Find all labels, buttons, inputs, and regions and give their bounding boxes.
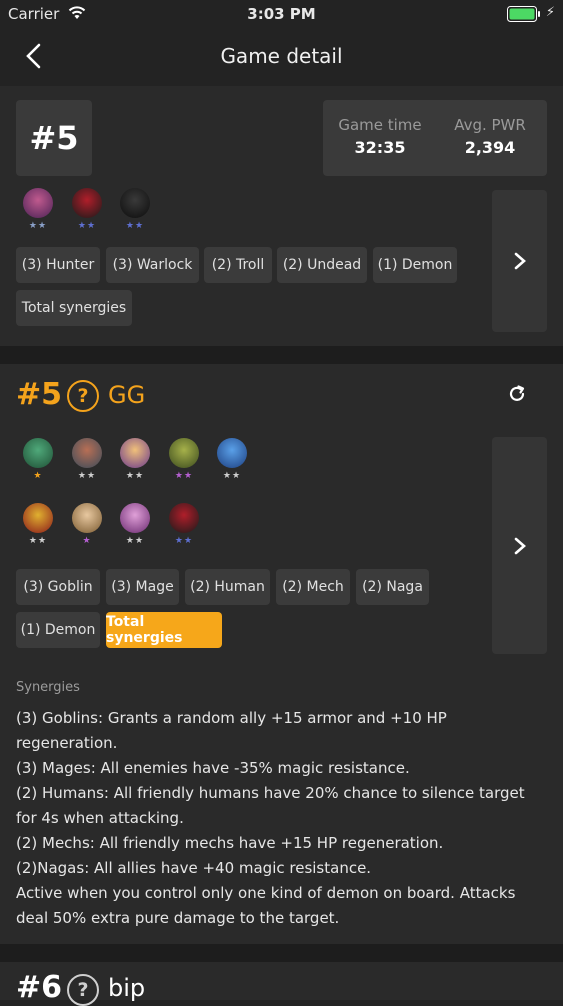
unit-stars: ★ — [33, 471, 43, 481]
summary-unit-warlock[interactable]: ★★ — [18, 188, 58, 236]
synergy-chip[interactable]: (2) Naga — [356, 569, 429, 605]
player-unit-naga[interactable]: ★★ — [212, 438, 252, 486]
synergy-description: Active when you control only one kind of… — [16, 884, 516, 927]
summary-unit-undead[interactable]: ★★ — [115, 188, 155, 236]
unit-stars: ★★ — [28, 221, 48, 231]
synergy-description: (2) Mechs: All friendly mechs have +15 H… — [16, 834, 444, 852]
player-unit-mech[interactable]: ★★ — [67, 438, 107, 486]
game-rank: #5 — [16, 100, 92, 176]
page-title: Game detail — [220, 44, 343, 68]
player-unit-human[interactable]: ★★ — [18, 503, 58, 551]
refresh-icon — [509, 385, 525, 401]
goblin-avatar — [23, 438, 53, 468]
section-divider — [0, 944, 563, 962]
demon-avatar — [169, 503, 199, 533]
unit-stars: ★★ — [222, 471, 242, 481]
unit-stars: ★★ — [174, 536, 194, 546]
warlock-avatar — [23, 188, 53, 218]
mech-avatar — [72, 438, 102, 468]
synergy-chip[interactable]: (2) Troll — [204, 247, 272, 283]
unit-stars: ★★ — [77, 471, 97, 481]
mage-avatar — [120, 438, 150, 468]
goblin-avatar — [169, 438, 199, 468]
player-unit-mage[interactable]: ★★ — [115, 438, 155, 486]
summary-next-button[interactable] — [492, 190, 547, 332]
player-rank: #5 — [16, 377, 63, 412]
mage-avatar — [72, 503, 102, 533]
avg-pwr-value: 2,394 — [464, 138, 516, 157]
demon-avatar — [72, 188, 102, 218]
synergy-description: (2) Humans: All friendly humans have 20%… — [16, 784, 525, 827]
chevron-right-icon — [514, 252, 526, 270]
navigation-bar: Game detail — [0, 32, 563, 82]
charging-icon: ⚡ — [545, 5, 555, 20]
help-icon[interactable]: ? — [67, 974, 99, 1006]
synergy-description: (3) Mages: All enemies have -35% magic r… — [16, 759, 410, 777]
refresh-button[interactable] — [506, 383, 532, 409]
synergies-list: (3) Goblins: Grants a random ally +15 ar… — [16, 706, 541, 931]
game-time-value: 32:35 — [354, 138, 406, 157]
unit-stars: ★★ — [125, 471, 145, 481]
chevron-right-icon — [514, 537, 526, 554]
battery-icon — [507, 6, 541, 26]
synergy-chip[interactable]: (3) Mage — [106, 569, 179, 605]
summary-unit-demon[interactable]: ★★ — [67, 188, 107, 236]
unit-stars: ★★ — [125, 536, 145, 546]
unit-stars: ★★ — [174, 471, 194, 481]
clock: 3:03 PM — [247, 5, 316, 23]
avg-pwr-stat: Avg. PWR 2,394 — [435, 116, 545, 157]
unit-stars: ★★ — [125, 221, 145, 231]
unit-stars: ★★ — [77, 221, 97, 231]
human-avatar — [23, 503, 53, 533]
avg-pwr-label: Avg. PWR — [454, 116, 526, 134]
synergy-chip[interactable]: (2) Mech — [276, 569, 350, 605]
game-time-label: Game time — [338, 116, 422, 134]
unit-stars: ★★ — [28, 536, 48, 546]
total-synergies-chip[interactable]: Total synergies — [106, 612, 222, 648]
player-unit-goblin[interactable]: ★ — [18, 438, 58, 486]
synergies-label: Synergies — [16, 680, 80, 695]
synergy-chip[interactable]: (3) Hunter — [16, 247, 100, 283]
naga-avatar — [217, 438, 247, 468]
player-name: GG — [108, 381, 146, 409]
unit-stars: ★ — [82, 536, 92, 546]
warlock-avatar — [120, 503, 150, 533]
synergy-description: (2)Nagas: All allies have +40 magic resi… — [16, 859, 372, 877]
player-unit-demon[interactable]: ★★ — [164, 503, 204, 551]
total-synergies-chip[interactable]: Total synergies — [16, 290, 132, 326]
section-divider — [0, 346, 563, 364]
next-player-name: bip — [108, 974, 146, 1002]
game-time-stat: Game time 32:35 — [325, 116, 435, 157]
synergy-chip[interactable]: (2) Undead — [277, 247, 367, 283]
synergy-chip[interactable]: (2) Human — [185, 569, 270, 605]
undead-avatar — [120, 188, 150, 218]
status-bar: Carrier 3:03 PM ⚡ — [0, 0, 563, 30]
synergy-description: (3) Goblins: Grants a random ally +15 ar… — [16, 709, 447, 752]
player-unit-warlock[interactable]: ★★ — [115, 503, 155, 551]
synergy-chip[interactable]: (1) Demon — [16, 612, 100, 648]
help-icon[interactable]: ? — [67, 380, 99, 412]
game-stats: Game time 32:35 Avg. PWR 2,394 — [323, 100, 547, 176]
synergy-chip[interactable]: (1) Demon — [373, 247, 457, 283]
player-next-button[interactable] — [492, 437, 547, 654]
synergy-chip[interactable]: (3) Warlock — [106, 247, 199, 283]
player-unit-goblin-2[interactable]: ★★ — [164, 438, 204, 486]
synergy-chip[interactable]: (3) Goblin — [16, 569, 100, 605]
player-unit-mage-2[interactable]: ★ — [67, 503, 107, 551]
